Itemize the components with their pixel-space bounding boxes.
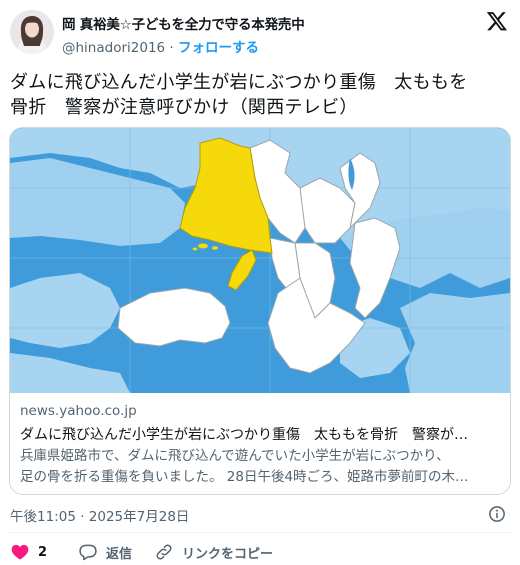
card-domain: news.yahoo.co.jp xyxy=(20,403,137,419)
card-description-line: 足の骨を折る重傷を負いました。 28日午後4時ごろ、姫路市夢前町の木… xyxy=(20,469,469,485)
like-button[interactable]: 2 xyxy=(10,541,47,563)
info-icon[interactable] xyxy=(488,505,506,523)
reply-button[interactable]: 返信 xyxy=(78,541,132,563)
copy-link-label: リンクをコピー xyxy=(182,546,274,562)
tweet-text: ダムに飛び込んだ小学生が岩にぶつかり重傷 太ももを 骨折 警察が注意呼びかけ（関… xyxy=(10,70,510,120)
tweet-text-line: ダムに飛び込んだ小学生が岩にぶつかり重傷 太ももを xyxy=(10,72,468,93)
copy-link-button[interactable]: リンクをコピー xyxy=(154,541,273,563)
link-card[interactable]: news.yahoo.co.jp ダムに飛び込んだ小学生が岩にぶつかり重傷 太も… xyxy=(9,127,511,495)
tweet-timestamp[interactable]: 午後11:05 · 2025年7月28日 xyxy=(10,505,189,525)
link-icon xyxy=(156,544,172,560)
author-meta: @hinadori2016 · フォローする xyxy=(62,36,259,56)
card-description: 兵庫県姫路市で、ダムに飛び込んで遊んでいた小学生が岩にぶつかり、 足の骨を折る重… xyxy=(20,446,502,488)
author-name[interactable]: 岡 真裕美☆子どもを全力で守る本発売中 xyxy=(62,13,305,33)
tweet-text-line: 骨折 警察が注意呼びかけ（関西テレビ） xyxy=(10,97,358,118)
card-description-line: 兵庫県姫路市で、ダムに飛び込んで遊んでいた小学生が岩にぶつかり、 xyxy=(20,448,450,464)
x-logo-icon[interactable] xyxy=(486,10,508,32)
tweet-actions: 2 返信 リンクをコピー xyxy=(10,541,510,563)
reply-label: 返信 xyxy=(106,546,133,562)
heart-icon xyxy=(11,544,29,560)
divider xyxy=(10,532,510,533)
tweet-header: 岡 真裕美☆子どもを全力で守る本発売中 @hinadori2016 · フォロー… xyxy=(0,0,520,64)
avatar[interactable] xyxy=(10,10,54,54)
separator-dot: · xyxy=(169,40,174,56)
author-handle[interactable]: @hinadori2016 xyxy=(62,40,165,56)
follow-button[interactable]: フォローする xyxy=(178,40,259,56)
card-title: ダムに飛び込んだ小学生が岩にぶつかり重傷 太ももを骨折 警察が… xyxy=(20,427,468,443)
like-count: 2 xyxy=(38,544,48,560)
card-map-image xyxy=(10,128,510,393)
reply-bubble-icon xyxy=(79,544,97,561)
